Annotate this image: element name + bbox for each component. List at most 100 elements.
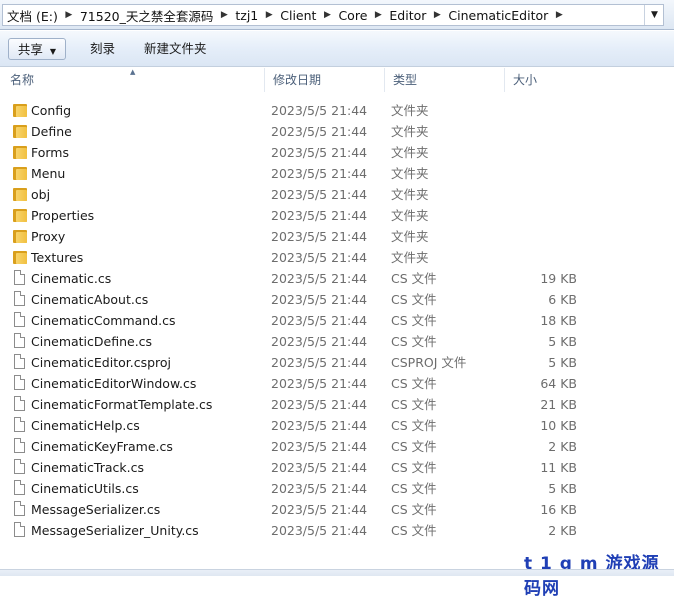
file-list: Config 2023/5/5 21:44 文件夹 Define 2023/5/5 21… [0, 100, 674, 541]
folder-icon [12, 102, 28, 119]
chevron-right-icon[interactable]: ▶ [217, 10, 231, 20]
file-type: CS 文件 [391, 397, 437, 412]
file-icon [12, 270, 28, 287]
breadcrumb-cinematiceditor[interactable]: CinematicEditor [444, 8, 552, 23]
column-header-type[interactable]: 类型 [384, 68, 504, 92]
chevron-right-icon[interactable]: ▶ [320, 10, 334, 20]
file-size: 2 KB [548, 523, 577, 538]
file-date: 2023/5/5 21:44 [271, 208, 368, 223]
column-header-date[interactable]: 修改日期 [264, 68, 384, 92]
file-row[interactable]: CinematicAbout.cs 2023/5/5 21:44 CS 文件 6 KB [0, 289, 674, 310]
file-date: 2023/5/5 21:44 [271, 166, 368, 181]
file-row[interactable]: CinematicDefine.cs 2023/5/5 21:44 CS 文件 5 K… [0, 331, 674, 352]
file-name: Proxy [31, 229, 66, 244]
chevron-right-icon[interactable]: ▶ [552, 10, 566, 20]
file-date: 2023/5/5 21:44 [271, 229, 368, 244]
file-row[interactable]: CinematicEditorWindow.cs 2023/5/5 21:44 CS… [0, 373, 674, 394]
chevron-right-icon[interactable]: ▶ [262, 10, 276, 20]
file-size: 18 KB [540, 313, 577, 328]
file-row[interactable]: CinematicFormatTemplate.cs 2023/5/5 21:44… [0, 394, 674, 415]
file-date: 2023/5/5 21:44 [271, 292, 368, 307]
breadcrumb-drive[interactable]: 文档 (E:) [3, 6, 62, 25]
address-bar[interactable]: 文档 (E:) ▶ 71520_天之禁全套源码 ▶ tzj1 ▶ Client … [2, 4, 664, 26]
file-row[interactable]: Cinematic.cs 2023/5/5 21:44 CS 文件 19 KB [0, 268, 674, 289]
file-name: obj [31, 187, 51, 202]
new-folder-button[interactable]: 新建文件夹 [138, 38, 213, 60]
file-date: 2023/5/5 21:44 [271, 313, 368, 328]
file-row[interactable]: Forms 2023/5/5 21:44 文件夹 [0, 142, 674, 163]
file-date: 2023/5/5 21:44 [271, 376, 368, 391]
chevron-right-icon[interactable]: ▶ [430, 10, 444, 20]
address-dropdown-icon[interactable]: ▼ [644, 5, 663, 25]
file-type: CS 文件 [391, 271, 437, 286]
file-row[interactable]: Textures 2023/5/5 21:44 文件夹 [0, 247, 674, 268]
file-row[interactable]: Menu 2023/5/5 21:44 文件夹 [0, 163, 674, 184]
folder-icon [12, 249, 28, 266]
file-row[interactable]: CinematicHelp.cs 2023/5/5 21:44 CS 文件 10 KB [0, 415, 674, 436]
file-date: 2023/5/5 21:44 [271, 124, 368, 139]
file-size: 6 KB [548, 292, 577, 307]
file-size: 10 KB [540, 418, 577, 433]
file-row[interactable]: Properties 2023/5/5 21:44 文件夹 [0, 205, 674, 226]
file-row[interactable]: Config 2023/5/5 21:44 文件夹 [0, 100, 674, 121]
file-icon [12, 396, 28, 413]
file-date: 2023/5/5 21:44 [271, 145, 368, 160]
file-row[interactable]: Define 2023/5/5 21:44 文件夹 [0, 121, 674, 142]
file-name: CinematicHelp.cs [31, 418, 140, 433]
breadcrumb-source[interactable]: 71520_天之禁全套源码 [76, 6, 218, 25]
file-row[interactable]: CinematicUtils.cs 2023/5/5 21:44 CS 文件 5 KB [0, 478, 674, 499]
file-row[interactable]: Proxy 2023/5/5 21:44 文件夹 [0, 226, 674, 247]
file-row[interactable]: obj 2023/5/5 21:44 文件夹 [0, 184, 674, 205]
file-name: CinematicKeyFrame.cs [31, 439, 173, 454]
file-size: 5 KB [548, 481, 577, 496]
file-date: 2023/5/5 21:44 [271, 355, 368, 370]
file-type: 文件夹 [391, 208, 429, 223]
file-date: 2023/5/5 21:44 [271, 187, 368, 202]
column-header-name[interactable]: 名称 [2, 68, 264, 92]
breadcrumb-core[interactable]: Core [334, 8, 371, 23]
file-type: CS 文件 [391, 481, 437, 496]
file-type: CS 文件 [391, 418, 437, 433]
column-header-size[interactable]: 大小 [504, 68, 594, 92]
file-date: 2023/5/5 21:44 [271, 271, 368, 286]
file-row[interactable]: CinematicEditor.csproj 2023/5/5 21:44 CSPR… [0, 352, 674, 373]
file-icon [12, 375, 28, 392]
file-name: CinematicTrack.cs [31, 460, 144, 475]
burn-button[interactable]: 刻录 [84, 38, 121, 60]
column-header-row: ▲ 名称 修改日期 类型 大小 [0, 68, 674, 92]
file-icon [12, 480, 28, 497]
chevron-right-icon[interactable]: ▶ [62, 10, 76, 20]
file-row[interactable]: CinematicTrack.cs 2023/5/5 21:44 CS 文件 11 K… [0, 457, 674, 478]
file-date: 2023/5/5 21:44 [271, 103, 368, 118]
file-type: CSPROJ 文件 [391, 355, 467, 370]
file-name: CinematicUtils.cs [31, 481, 139, 496]
file-icon [12, 291, 28, 308]
file-size: 5 KB [548, 355, 577, 370]
file-date: 2023/5/5 21:44 [271, 250, 368, 265]
file-row[interactable]: MessageSerializer_Unity.cs 2023/5/5 21:44… [0, 520, 674, 541]
file-name: CinematicDefine.cs [31, 334, 153, 349]
file-date: 2023/5/5 21:44 [271, 481, 368, 496]
file-type: 文件夹 [391, 166, 429, 181]
file-row[interactable]: CinematicKeyFrame.cs 2023/5/5 21:44 CS 文件 2… [0, 436, 674, 457]
file-icon [12, 354, 28, 371]
file-type: CS 文件 [391, 334, 437, 349]
file-name: Menu [31, 166, 66, 181]
chevron-down-icon: ▼ [49, 47, 57, 56]
file-date: 2023/5/5 21:44 [271, 439, 368, 454]
breadcrumb-client[interactable]: Client [276, 8, 320, 23]
file-row[interactable]: MessageSerializer.cs 2023/5/5 21:44 CS 文件 1… [0, 499, 674, 520]
file-size: 11 KB [540, 460, 577, 475]
file-type: CS 文件 [391, 439, 437, 454]
file-type: CS 文件 [391, 502, 437, 517]
file-row[interactable]: CinematicCommand.cs 2023/5/5 21:44 CS 文件 18… [0, 310, 674, 331]
file-size: 5 KB [548, 334, 577, 349]
file-name: Config [31, 103, 72, 118]
breadcrumb-editor[interactable]: Editor [385, 8, 430, 23]
breadcrumb-tzj1[interactable]: tzj1 [231, 8, 262, 23]
chevron-right-icon[interactable]: ▶ [371, 10, 385, 20]
share-button[interactable]: 共享 ▼ [8, 38, 66, 60]
address-bar-area: 文档 (E:) ▶ 71520_天之禁全套源码 ▶ tzj1 ▶ Client … [0, 0, 674, 30]
file-type: 文件夹 [391, 250, 429, 265]
file-name: Forms [31, 145, 70, 160]
